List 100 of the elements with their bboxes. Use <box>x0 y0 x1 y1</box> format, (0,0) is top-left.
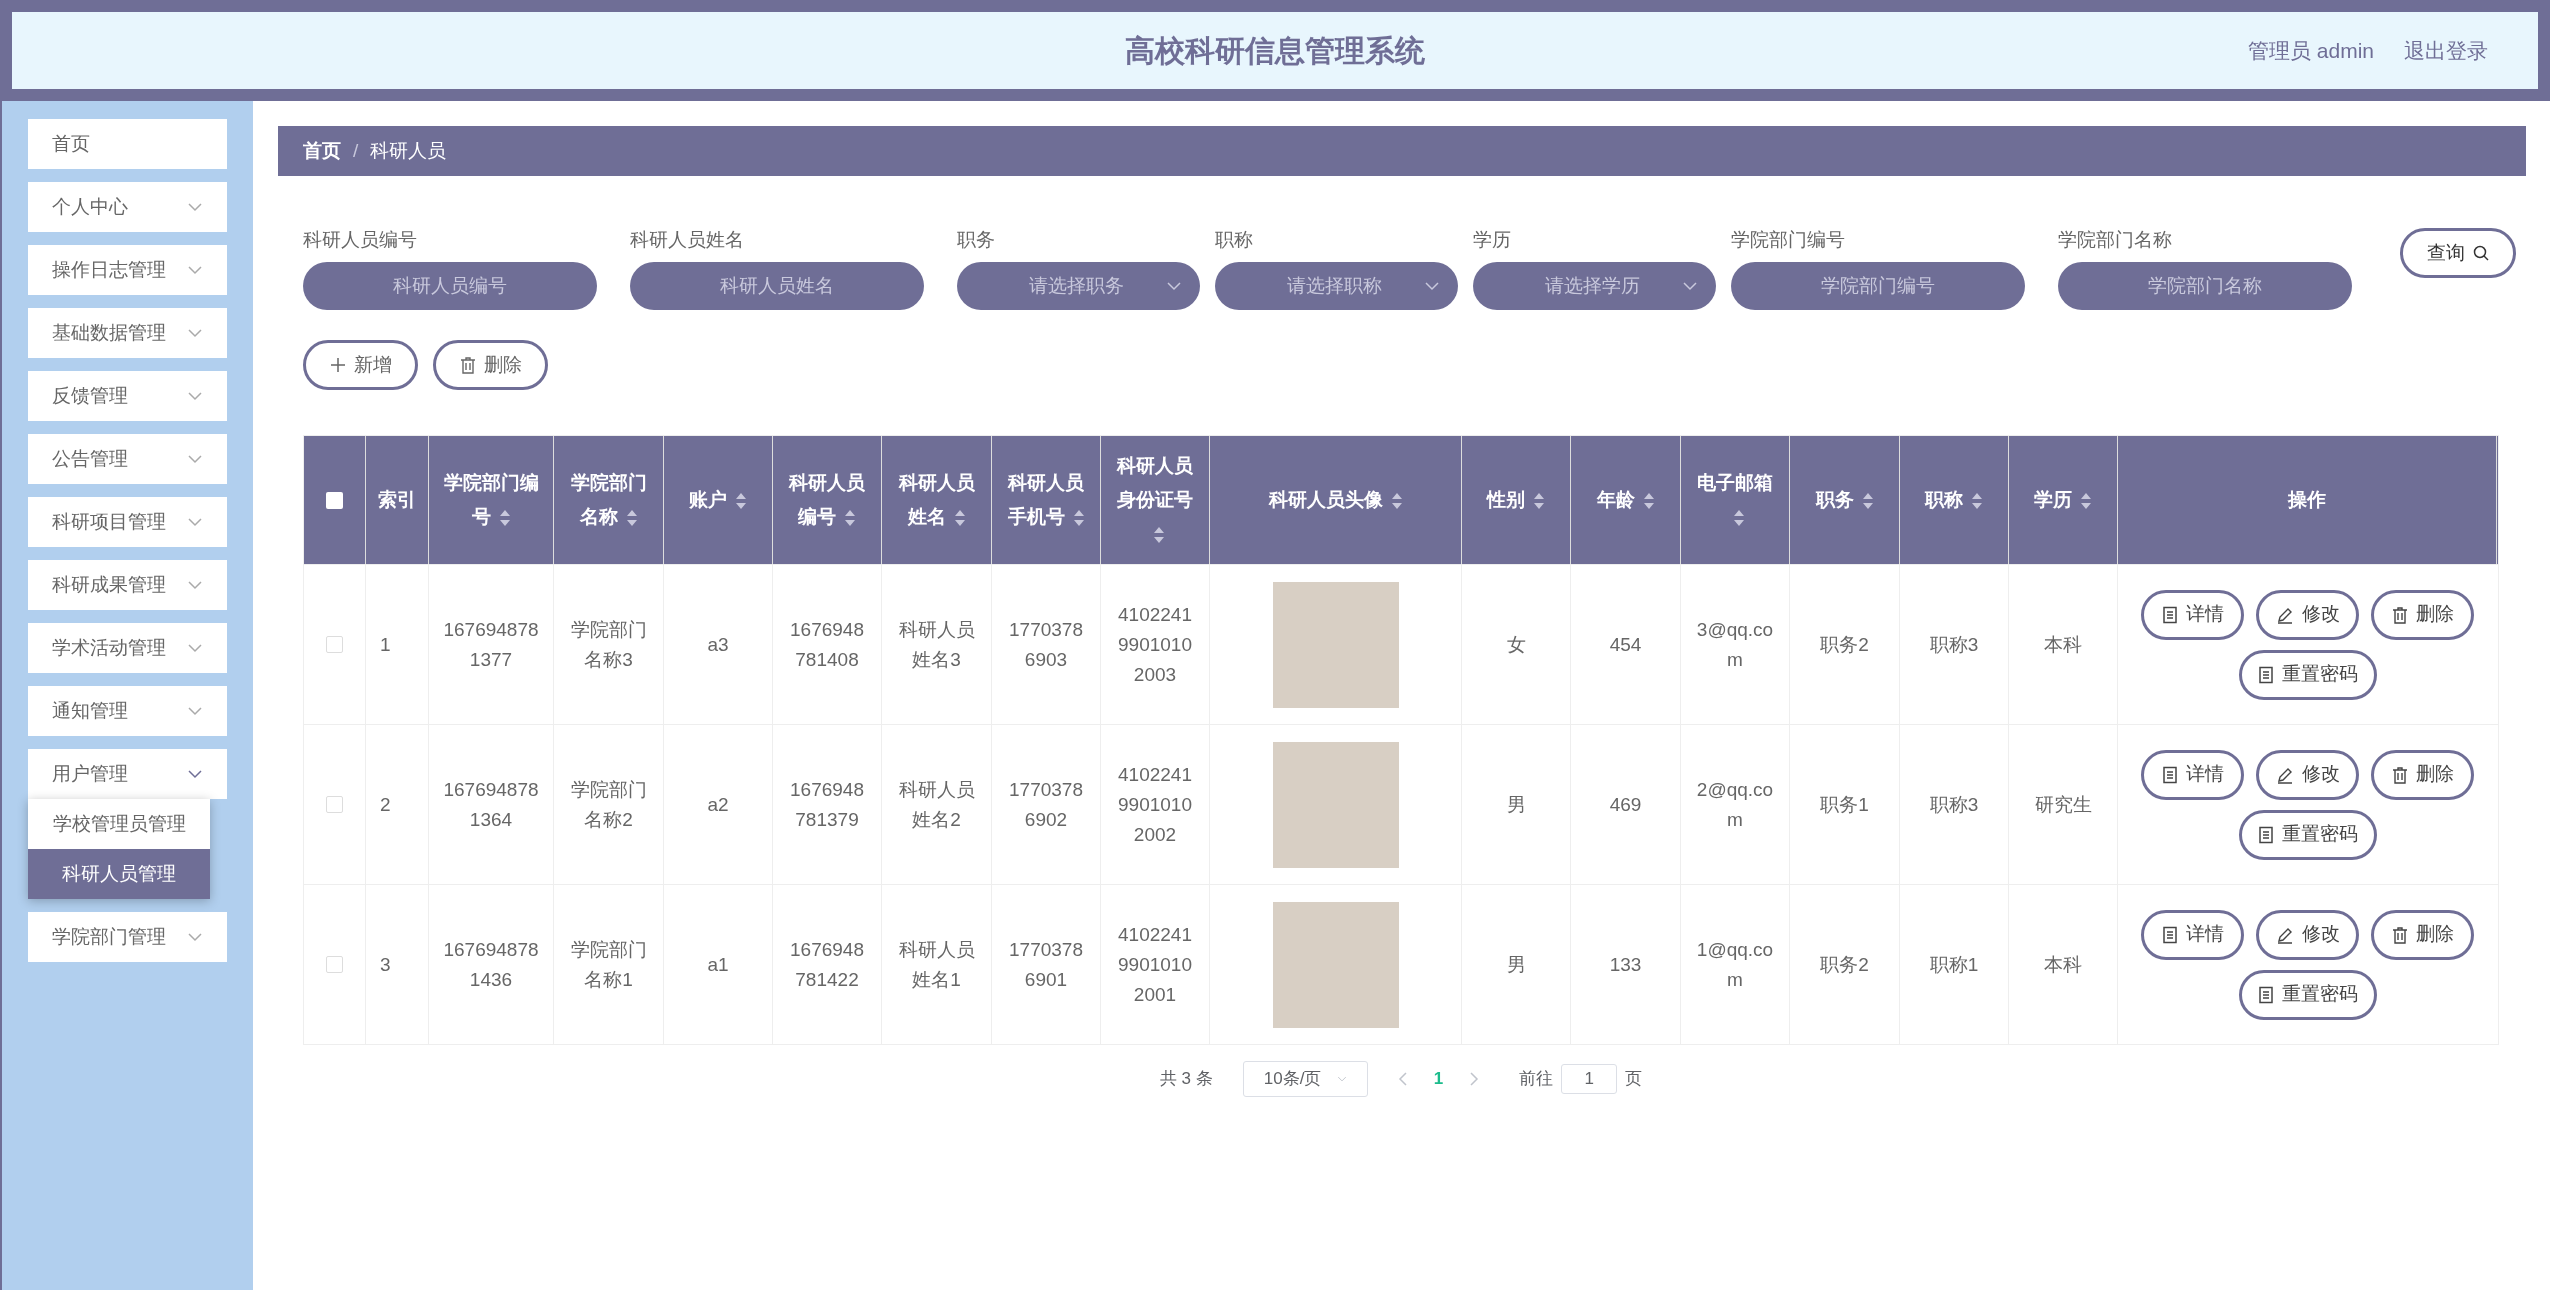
document-icon <box>2257 985 2274 1004</box>
chevron-down-icon <box>187 769 203 779</box>
table-cell-text: a1 <box>707 952 729 977</box>
goto-label: 前往 <box>1519 1068 1554 1091</box>
edit-button[interactable]: 修改 <box>2256 909 2359 960</box>
sort-icon[interactable] <box>498 509 511 527</box>
sidebar-item[interactable]: 公告管理 <box>28 434 227 484</box>
column-header[interactable]: 学院部门名称 <box>564 466 653 534</box>
sort-icon[interactable] <box>1390 492 1403 510</box>
sidebar-item[interactable]: 基础数据管理 <box>28 308 227 358</box>
chevron-down-icon <box>187 706 203 716</box>
sidebar-item[interactable]: 通知管理 <box>28 686 227 736</box>
add-button[interactable]: 新增 <box>303 340 418 390</box>
submenu-item[interactable]: 科研人员管理 <box>28 849 210 899</box>
table-cell-text: 男 <box>1506 792 1526 817</box>
table-cell-text: 469 <box>1609 792 1642 817</box>
table-cell-text: 133 <box>1609 952 1642 977</box>
sort-icon[interactable] <box>953 509 966 527</box>
edit-button[interactable]: 修改 <box>2256 589 2359 640</box>
document-icon <box>2161 605 2178 624</box>
filter-label: 科研人员姓名 <box>630 228 745 250</box>
sidebar-item[interactable]: 操作日志管理 <box>28 245 227 295</box>
column-header[interactable]: 电子邮箱 <box>1691 466 1779 534</box>
sort-icon[interactable] <box>844 509 856 527</box>
breadcrumb-separator: / <box>353 138 359 163</box>
sort-icon[interactable] <box>2080 492 2092 510</box>
reset-password-button[interactable]: 重置密码 <box>2238 649 2377 700</box>
sidebar-item[interactable]: 反馈管理 <box>28 371 227 421</box>
trash-icon <box>2391 925 2408 944</box>
column-header[interactable]: 性别 <box>1487 483 1545 517</box>
input-field[interactable]: 学院部门名称 <box>2058 262 2352 310</box>
chevron-down-icon <box>1682 281 1698 291</box>
input-field[interactable]: 科研人员姓名 <box>630 262 924 310</box>
sort-icon[interactable] <box>735 492 747 510</box>
column-header[interactable]: 科研人员编号 <box>783 466 871 534</box>
delete-button[interactable]: 删除 <box>2371 589 2474 640</box>
page-size-select[interactable]: 10条/页 <box>1242 1061 1368 1097</box>
previous-page-icon[interactable] <box>1397 1072 1408 1086</box>
table-cell-text: 学院部门名称2 <box>569 777 648 832</box>
sidebar-item[interactable]: 学术活动管理 <box>28 623 227 673</box>
document-icon <box>2161 925 2178 944</box>
sidebar-item[interactable]: 科研成果管理 <box>28 560 227 610</box>
column-header[interactable]: 学院部门编号 <box>439 466 543 534</box>
column-header[interactable]: 科研人员头像 <box>1268 483 1403 517</box>
breadcrumb-item[interactable]: 首页 <box>303 136 341 166</box>
table-cell-text: 454 <box>1609 632 1642 657</box>
page-input[interactable]: 1 <box>1561 1064 1618 1094</box>
input-field[interactable]: 学院部门编号 <box>1731 262 2025 310</box>
table-cell-text: 3@qq.com <box>1695 617 1775 672</box>
sort-icon[interactable] <box>1733 509 1745 527</box>
detail-button[interactable]: 详情 <box>2141 909 2244 960</box>
column-header[interactable]: 年龄 <box>1596 483 1655 517</box>
reset-password-button[interactable]: 重置密码 <box>2238 969 2377 1020</box>
detail-button[interactable]: 详情 <box>2141 589 2244 640</box>
sidebar-item[interactable]: 学院部门管理 <box>28 912 227 962</box>
sort-icon[interactable] <box>1153 526 1165 544</box>
table-cell-text: 职务2 <box>1820 632 1869 657</box>
column-header[interactable]: 科研人员手机号 <box>1002 466 1090 534</box>
table-cell-text: 1676948781377 <box>443 617 539 672</box>
sort-icon[interactable] <box>1971 492 1983 510</box>
delete-button[interactable]: 删除 <box>433 340 548 390</box>
sidebar-item[interactable]: 首页 <box>28 119 227 169</box>
table-cell-text: 2@qq.com <box>1695 777 1775 832</box>
document-icon <box>2257 825 2274 844</box>
row-checkbox[interactable] <box>326 956 343 973</box>
sort-icon[interactable] <box>1533 492 1545 510</box>
search-button[interactable]: 查询 <box>2400 228 2516 278</box>
logout-link[interactable]: 退出登录 <box>2404 34 2488 67</box>
sort-icon[interactable] <box>1072 509 1085 527</box>
column-header[interactable]: 学历 <box>2034 483 2092 517</box>
detail-button[interactable]: 详情 <box>2141 749 2244 800</box>
column-header[interactable]: 职务 <box>1815 483 1874 517</box>
delete-button[interactable]: 删除 <box>2371 909 2474 960</box>
table-cell-text: 女 <box>1506 632 1526 657</box>
column-header[interactable]: 科研人员身份证号 <box>1111 449 1199 551</box>
sidebar-item[interactable]: 用户管理 <box>28 749 227 799</box>
sidebar-item[interactable]: 科研项目管理 <box>28 497 227 547</box>
delete-button[interactable]: 删除 <box>2371 749 2474 800</box>
select-field[interactable]: 请选择职称 <box>1215 262 1458 310</box>
edit-button[interactable]: 修改 <box>2256 749 2359 800</box>
next-page-icon[interactable] <box>1469 1072 1480 1086</box>
row-checkbox[interactable] <box>326 796 343 813</box>
sort-icon[interactable] <box>625 509 638 527</box>
input-field[interactable]: 科研人员编号 <box>303 262 597 310</box>
sidebar-item[interactable]: 个人中心 <box>28 182 227 232</box>
submenu-item[interactable]: 学校管理员管理 <box>28 799 210 849</box>
sort-icon[interactable] <box>1642 492 1655 510</box>
table-cell-text: 研究生 <box>2034 792 2092 817</box>
row-checkbox[interactable] <box>326 636 343 653</box>
select-all-checkbox[interactable] <box>326 491 343 509</box>
table-cell-text: 17703786903 <box>1008 617 1084 672</box>
select-field[interactable]: 请选择职务 <box>957 262 1200 310</box>
table-cell-text: 学院部门名称1 <box>569 937 648 992</box>
column-header[interactable]: 职称 <box>1925 483 1983 517</box>
column-header[interactable]: 账户 <box>689 483 747 517</box>
table-cell-text: a2 <box>707 792 729 817</box>
reset-password-button[interactable]: 重置密码 <box>2238 809 2377 860</box>
table-cell-text: 1 <box>380 632 391 657</box>
column-header[interactable]: 科研人员姓名 <box>892 466 981 534</box>
sort-icon[interactable] <box>1861 492 1874 510</box>
